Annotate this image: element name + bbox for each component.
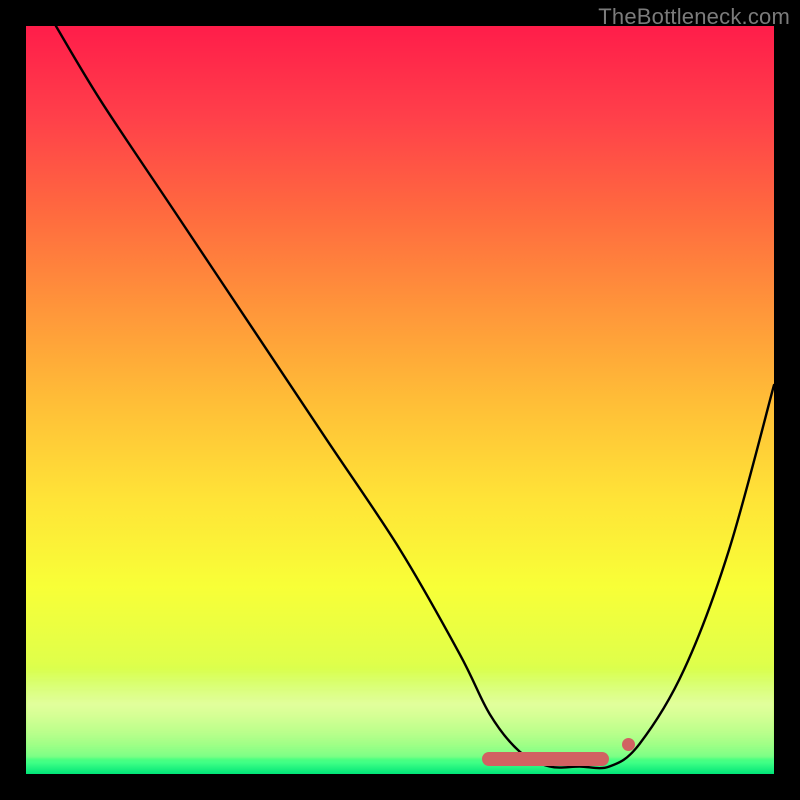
- bottleneck-curve: [26, 26, 774, 774]
- plot-area: [26, 26, 774, 774]
- watermark-text: TheBottleneck.com: [598, 4, 790, 30]
- chart-frame: TheBottleneck.com: [0, 0, 800, 800]
- optimal-range-marker: [482, 752, 609, 766]
- optimal-point-dot: [622, 738, 635, 751]
